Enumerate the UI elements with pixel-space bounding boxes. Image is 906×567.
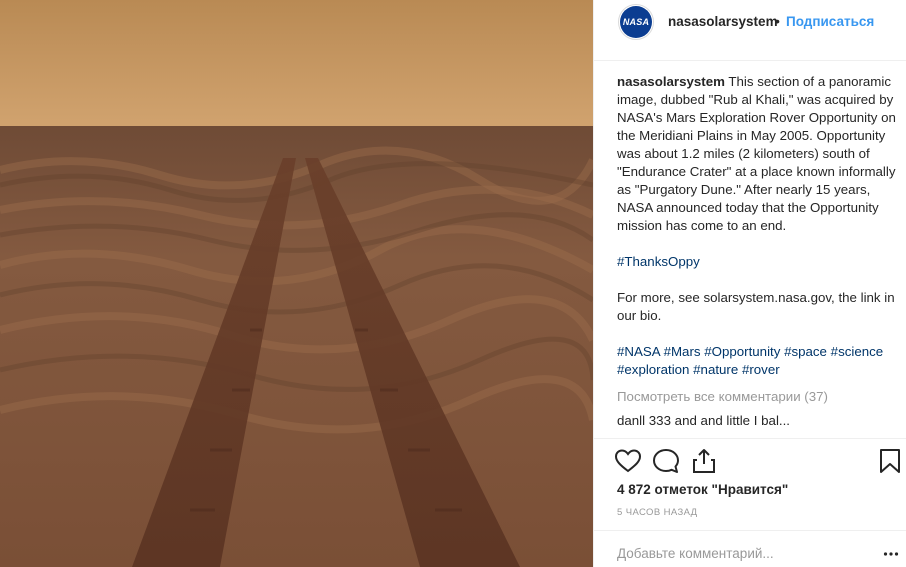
action-bar bbox=[614, 447, 904, 475]
caption-text: This section of a panoramic image, dubbe… bbox=[617, 74, 896, 233]
post-image[interactable] bbox=[0, 0, 593, 567]
divider bbox=[594, 530, 906, 531]
partial-comment: danll 333 and and little I bal... bbox=[617, 413, 790, 428]
share-icon[interactable] bbox=[690, 447, 718, 475]
view-all-comments-link[interactable]: Посмотреть все комментарии (37) bbox=[617, 388, 897, 406]
hashtag[interactable]: #Opportunity bbox=[704, 344, 780, 359]
header-username[interactable]: nasasolarsystem bbox=[668, 14, 778, 29]
post-header: NASA nasasolarsystem • Подписаться bbox=[594, 0, 906, 44]
hashtag[interactable]: #nature bbox=[693, 362, 738, 377]
bookmark-icon[interactable] bbox=[876, 447, 904, 475]
caption-username[interactable]: nasasolarsystem bbox=[617, 74, 725, 89]
caption: nasasolarsystem This section of a panora… bbox=[617, 73, 897, 235]
hashtag[interactable]: #NASA bbox=[617, 344, 660, 359]
more-options-icon[interactable] bbox=[883, 546, 899, 562]
hashtag-list: #NASA #Mars #Opportunity #space #science… bbox=[617, 343, 897, 379]
likes-count[interactable]: 4 872 отметок "Нравится" bbox=[617, 482, 788, 497]
heart-icon[interactable] bbox=[614, 447, 642, 475]
hashtag[interactable]: #science bbox=[831, 344, 883, 359]
divider bbox=[594, 60, 906, 61]
mars-dunes-image bbox=[0, 0, 593, 567]
comment-input[interactable]: Добавьте комментарий... bbox=[617, 546, 867, 561]
hashtag[interactable]: #exploration bbox=[617, 362, 689, 377]
follow-button[interactable]: Подписаться bbox=[786, 14, 874, 29]
caption-more-text: For more, see solarsystem.nasa.gov, the … bbox=[617, 290, 895, 323]
avatar[interactable]: NASA bbox=[618, 4, 654, 40]
speech-bubble-icon[interactable] bbox=[652, 447, 680, 475]
caption-area[interactable]: nasasolarsystem This section of a panora… bbox=[617, 73, 897, 438]
hashtag[interactable]: #Mars bbox=[664, 344, 701, 359]
divider bbox=[594, 438, 906, 439]
timestamp[interactable]: 5 часов назад bbox=[617, 507, 698, 518]
nasa-logo-icon: NASA bbox=[620, 6, 652, 38]
hashtag[interactable]: #space bbox=[784, 344, 827, 359]
separator-dot: • bbox=[775, 13, 780, 29]
post-sidebar: NASA nasasolarsystem • Подписаться nasas… bbox=[593, 0, 906, 567]
hashtag-thanksoppy[interactable]: #ThanksOppy bbox=[617, 254, 700, 269]
hashtag[interactable]: #rover bbox=[742, 362, 780, 377]
